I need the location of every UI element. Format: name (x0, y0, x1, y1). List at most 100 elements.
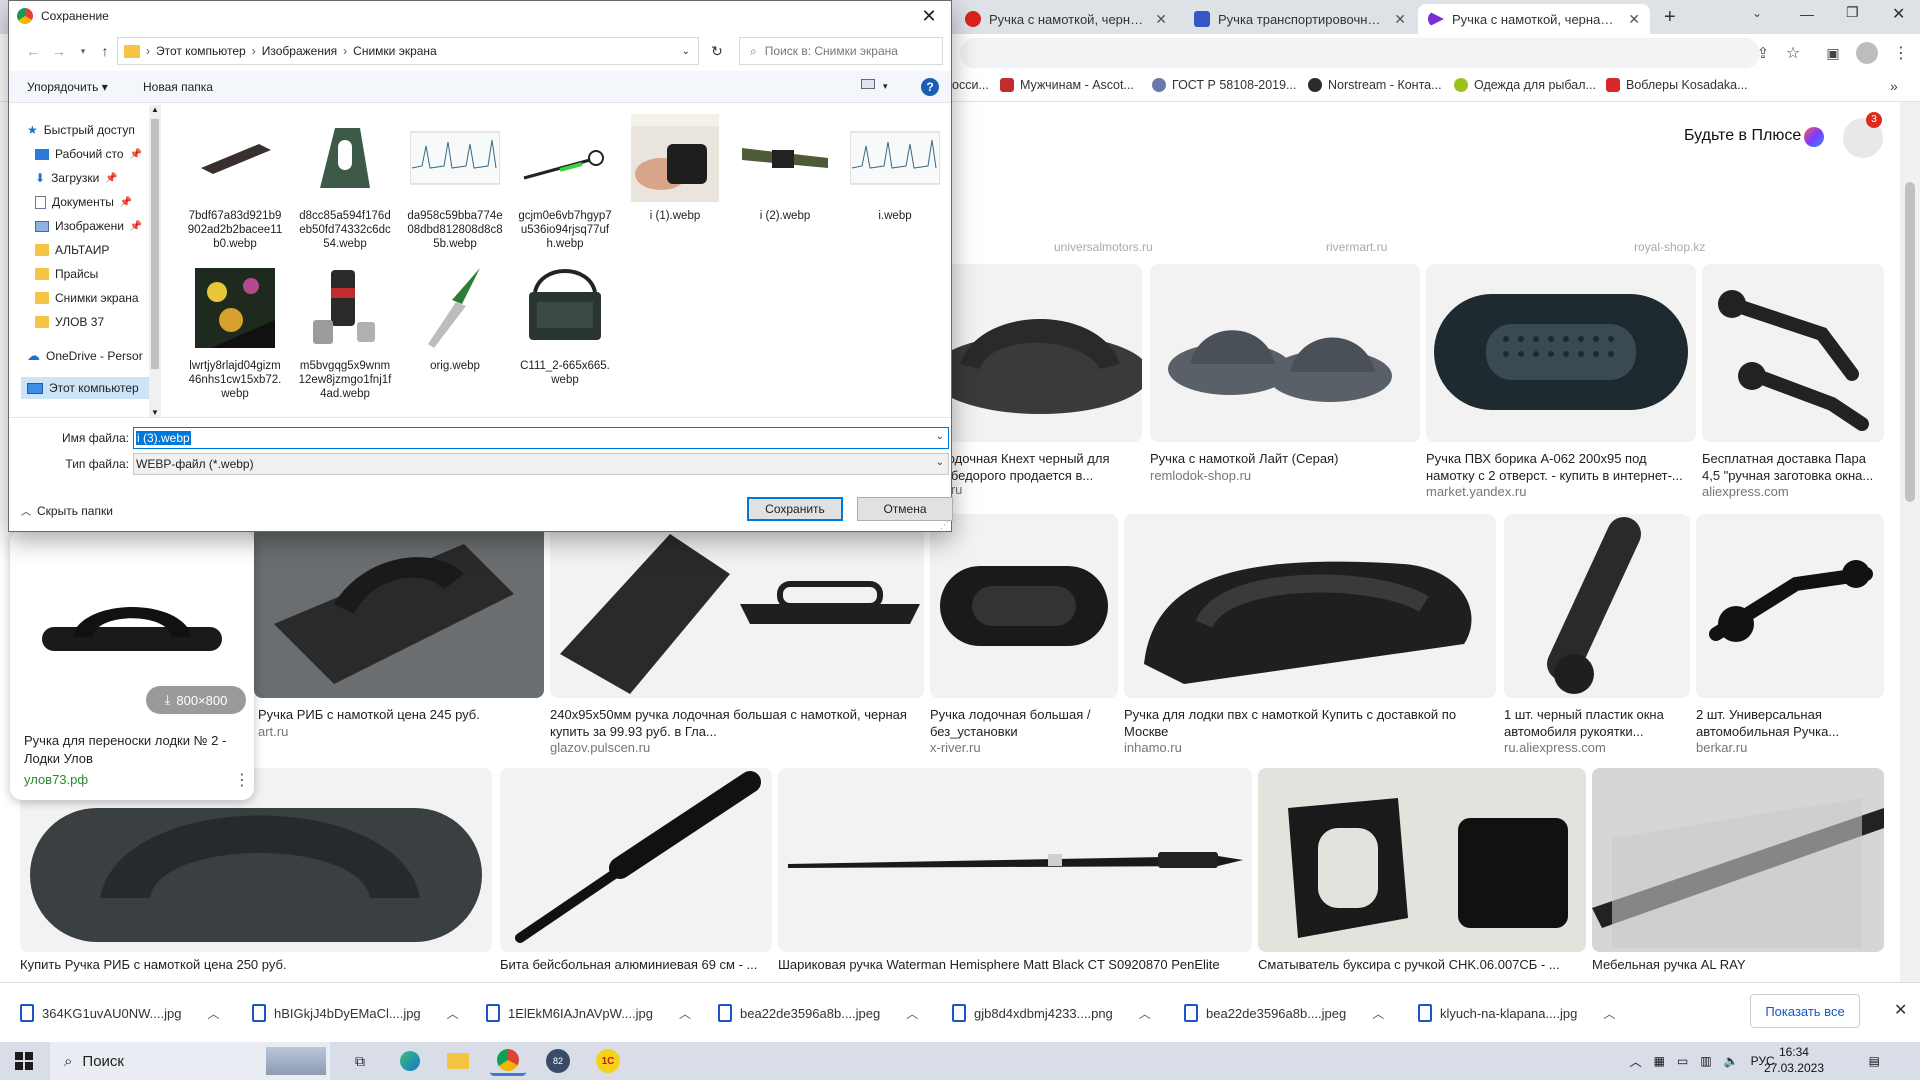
restore-icon[interactable]: ❐ (1846, 4, 1859, 21)
download-item[interactable]: gjb8d4xdbmj4233....png ︿ (952, 1000, 1151, 1026)
bookmark-item[interactable]: Одежда для рыбал... (1454, 78, 1596, 92)
result-thumbnail[interactable] (500, 768, 772, 952)
scrollbar-thumb[interactable] (151, 119, 159, 369)
result-card[interactable]: Ручка для лодки пвх с намоткой Купить с … (1124, 514, 1496, 755)
window-close-icon[interactable]: ✕ (1892, 4, 1905, 24)
result-card[interactable]: Бесплатная доставка Пара 4,5 "ручная заг… (1702, 264, 1884, 499)
notifications-icon[interactable]: ▤ (1869, 1054, 1880, 1068)
hide-folders-toggle[interactable]: ︿ Скрыть папки (21, 503, 113, 519)
bookmark-item[interactable]: ГОСТ Р 58108-2019... (1152, 78, 1296, 92)
bookmark-item[interactable]: Воблеры Kosadaka... (1606, 78, 1748, 92)
scroll-down-icon[interactable]: ▼ (149, 408, 161, 417)
bookmark-item[interactable]: осси... (952, 78, 989, 92)
file-item[interactable]: orig.webp (407, 263, 503, 373)
result-thumbnail[interactable] (930, 514, 1118, 698)
help-icon[interactable]: ? (921, 78, 939, 96)
nav-item-folder[interactable]: Снимки экрана (27, 287, 155, 309)
nav-pane-scrollbar[interactable]: ▲ ▼ (149, 105, 161, 417)
task-view-button[interactable]: ⧉ (342, 1046, 378, 1076)
image-preview-popup[interactable]: ⤓ 800×800 Ручка для переноски лодки № 2 -… (10, 530, 254, 800)
plus-promo-link[interactable]: Будьте в Плюсе (1684, 127, 1801, 145)
chevron-up-icon[interactable]: ︿ (906, 1005, 918, 1022)
share-icon[interactable]: ⇪ (1752, 42, 1774, 64)
nav-item-pictures[interactable]: Изображени 📌 (27, 215, 155, 237)
file-item[interactable]: C111_2-665x665.webp (517, 263, 613, 387)
clock[interactable]: 16:34 27.03.2023 (1764, 1044, 1824, 1076)
file-item[interactable]: 7bdf67a83d921b9902ad2b2bacee11b0.webp (187, 113, 283, 251)
result-card[interactable]: Ручка РИБ с намоткой цена 245 руб. art.r… (254, 514, 544, 739)
file-item[interactable]: i (1).webp (627, 113, 723, 223)
result-thumbnail[interactable] (1426, 264, 1696, 442)
close-icon[interactable]: ✕ (1155, 11, 1167, 28)
save-button[interactable]: Сохранить (747, 497, 843, 521)
download-item[interactable]: bea22de3596a8b....jpeg ︿ (1184, 1000, 1384, 1026)
download-size-button[interactable]: ⤓ 800×800 (146, 686, 246, 714)
preview-title[interactable]: Ручка для переноски лодки № 2 - Лодки Ул… (24, 732, 234, 768)
app-button[interactable]: 82 (540, 1046, 576, 1076)
close-icon[interactable]: ✕ (1628, 11, 1640, 28)
menu-kebab-icon[interactable]: ⋮ (1890, 42, 1912, 64)
tray-app-icon[interactable]: ▦ (1654, 1054, 1665, 1068)
1c-button[interactable]: 1С (590, 1046, 626, 1076)
result-thumbnail[interactable] (1504, 514, 1690, 698)
result-thumbnail[interactable] (550, 514, 924, 698)
result-card[interactable]: Ручка ПВХ борика А-062 200х95 под намотк… (1426, 264, 1696, 499)
file-item[interactable]: i.webp (847, 113, 943, 223)
view-options-icon[interactable] (861, 79, 875, 89)
organize-menu[interactable]: Упорядочить ▾ (27, 80, 108, 94)
side-panel-icon[interactable]: ▣ (1822, 42, 1844, 64)
chevron-down-icon[interactable]: ⌄ (936, 457, 944, 468)
edge-button[interactable] (392, 1046, 428, 1076)
chevron-down-icon[interactable]: ⌄ (936, 431, 944, 442)
file-item[interactable]: m5bvgqg5x9wnm12ew8jzmgo1fnj1f4ad.webp (297, 263, 393, 401)
preview-source-link[interactable]: улов73.рф (24, 772, 88, 787)
result-card[interactable]: Ручка с намоткой Лайт (Серая) remlodok-s… (1150, 264, 1420, 488)
nav-item-downloads[interactable]: ⬇ Загрузки 📌 (27, 167, 155, 189)
nav-item-folder[interactable]: Прайсы (27, 263, 155, 285)
new-folder-button[interactable]: Новая папка (143, 80, 213, 94)
chevron-up-icon[interactable]: ︿ (1630, 1053, 1642, 1070)
result-thumbnail[interactable] (778, 768, 1252, 952)
result-card[interactable]: лодочная Кнехт черный для ...бедорого пр… (900, 264, 1142, 497)
download-item[interactable]: hBIGkjJ4bDyEMaCl....jpg ︿ (252, 1000, 459, 1026)
taskbar-search-box[interactable]: ⌕ Поиск (50, 1042, 330, 1080)
dialog-titlebar[interactable]: Сохранение (9, 1, 951, 31)
network-icon[interactable]: ▥ (1700, 1054, 1711, 1068)
chevron-up-icon[interactable]: ︿ (679, 1005, 691, 1022)
result-card[interactable]: Бита бейсбольная алюминиевая 69 см - ... (500, 768, 772, 978)
battery-icon[interactable]: ▭ (1677, 1054, 1688, 1068)
bookmarks-overflow-icon[interactable]: » (1890, 78, 1898, 94)
omnibox[interactable] (960, 38, 1760, 68)
nav-item-folder[interactable]: АЛЬТАИР (27, 239, 155, 261)
nav-item-documents[interactable]: Документы 📌 (27, 191, 155, 213)
browser-tab[interactable]: Ручка транспортировочная с н ✕ (1184, 4, 1416, 34)
nav-item-this-pc[interactable]: Этот компьютер (21, 377, 155, 399)
chevron-up-icon[interactable]: ︿ (1372, 1005, 1384, 1022)
result-card[interactable]: 240х95х50мм ручка лодочная большая с нам… (550, 514, 924, 755)
nav-item-folder[interactable]: УЛОВ 37 (27, 311, 155, 333)
tab-search-chevron-icon[interactable]: ⌄ (1752, 6, 1762, 20)
result-thumbnail[interactable] (1696, 514, 1884, 698)
close-icon[interactable]: ✕ (1394, 11, 1406, 28)
result-thumbnail[interactable] (1592, 768, 1884, 952)
scroll-up-icon[interactable]: ▲ (149, 105, 161, 114)
result-card[interactable]: Сматыватель буксира с ручкой CHK.06.007С… (1258, 768, 1586, 978)
show-all-downloads-button[interactable]: Показать все (1750, 994, 1860, 1028)
chrome-button[interactable] (490, 1046, 526, 1076)
chevron-up-icon[interactable]: ︿ (447, 1005, 459, 1022)
explorer-button[interactable] (440, 1046, 476, 1076)
result-card[interactable]: Шариковая ручка Waterman Hemisphere Matt… (778, 768, 1252, 978)
result-thumbnail[interactable] (1150, 264, 1420, 442)
profile-avatar[interactable] (1856, 42, 1878, 64)
dialog-search-box[interactable]: ⌕ Поиск в: Снимки экрана (739, 37, 943, 65)
file-item[interactable]: d8cc85a594f176deb50fd74332c6dc54.webp (297, 113, 393, 251)
address-bar[interactable]: › Этот компьютер › Изображения › Снимки … (117, 37, 699, 65)
download-item[interactable]: bea22de3596a8b....jpeg ︿ (718, 1000, 918, 1026)
more-options-icon[interactable]: ⋮ (234, 770, 250, 790)
forward-arrow-icon[interactable]: → (47, 39, 71, 63)
bookmark-item[interactable]: Norstream - Конта... (1308, 78, 1442, 92)
file-item[interactable]: i (2).webp (737, 113, 833, 223)
start-button[interactable] (0, 1042, 48, 1080)
file-item[interactable]: da958c59bba774e08dbd812808d8c85b.webp (407, 113, 503, 251)
page-scrollbar[interactable] (1900, 102, 1920, 982)
